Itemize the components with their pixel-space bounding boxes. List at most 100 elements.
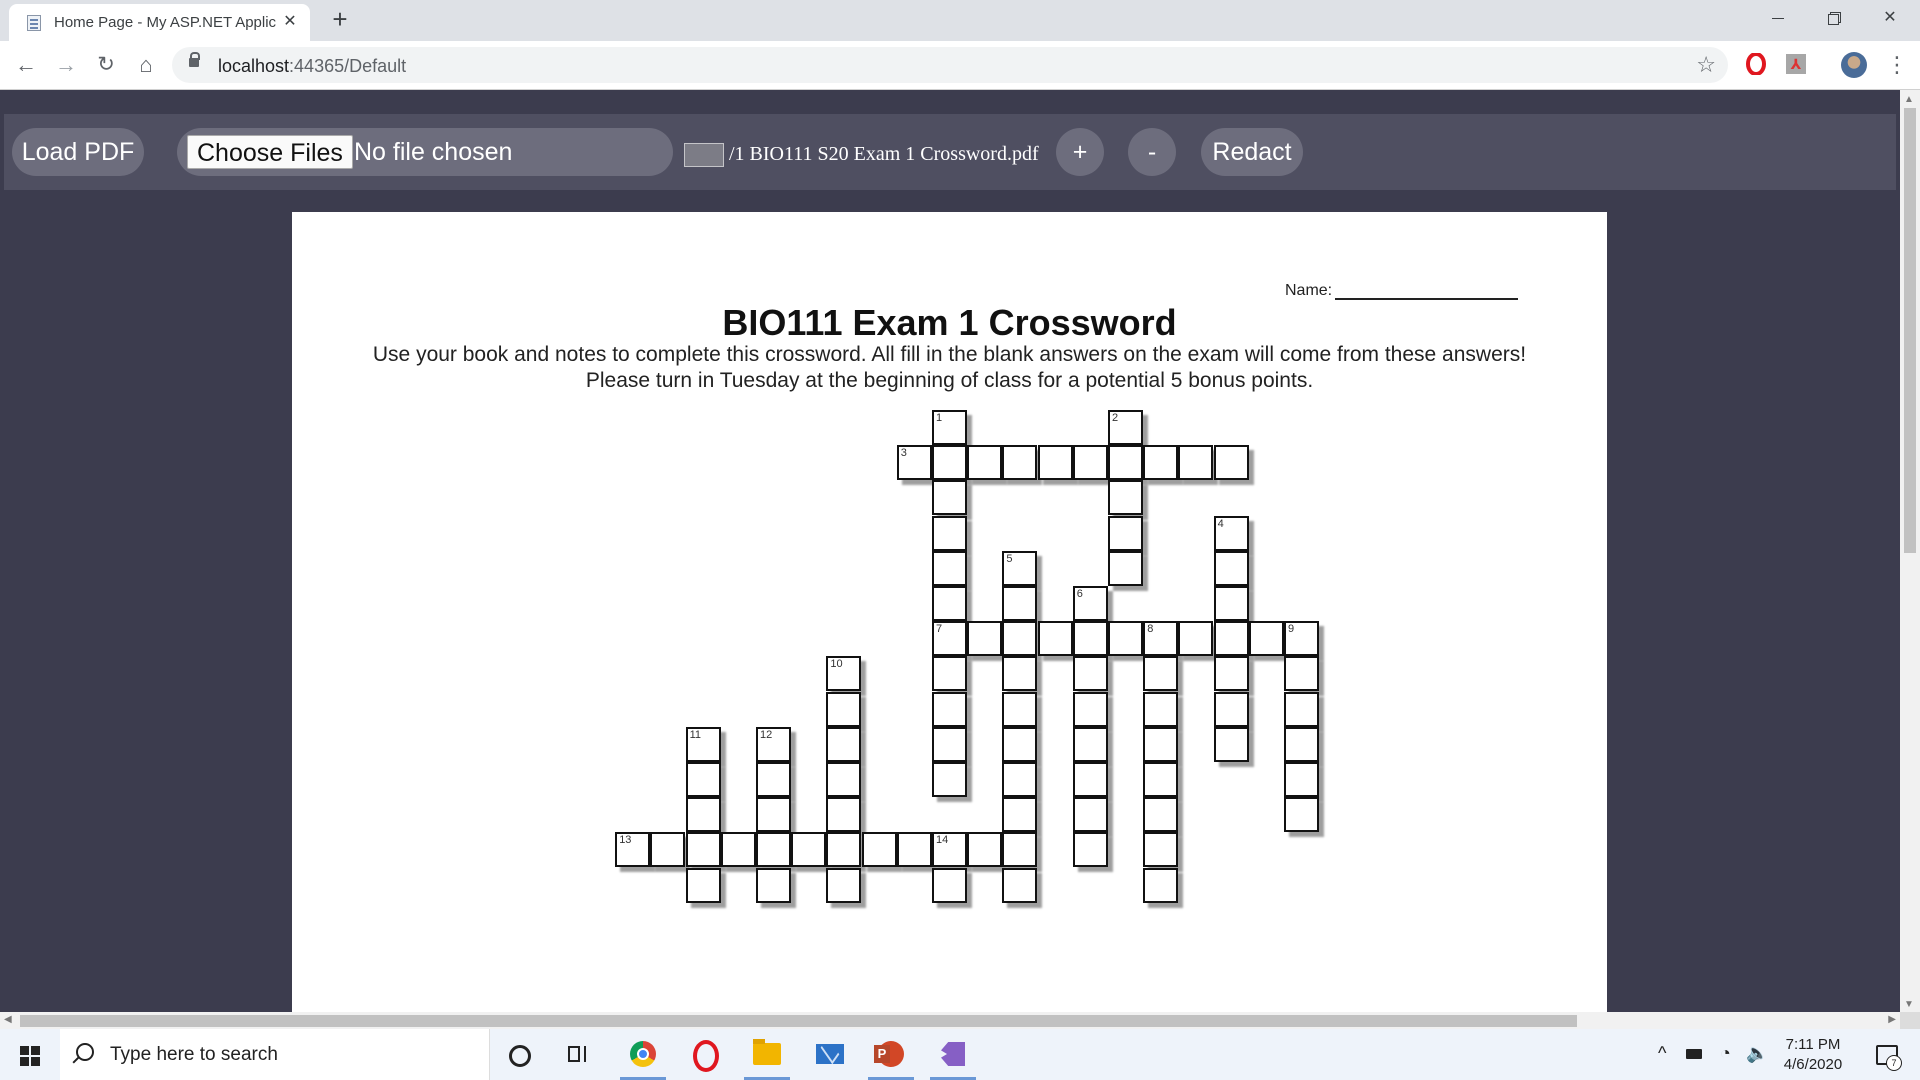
crossword-cell xyxy=(756,867,791,903)
clock-date: 4/6/2020 xyxy=(1783,1056,1843,1073)
crossword-cell xyxy=(932,762,967,797)
crossword-cell xyxy=(932,515,967,551)
page-number-input[interactable] xyxy=(684,143,724,167)
opera-icon[interactable] xyxy=(676,1029,734,1080)
crossword-cell xyxy=(1108,621,1143,657)
redact-button[interactable]: Redact xyxy=(1201,128,1303,176)
powerpoint-icon[interactable] xyxy=(862,1029,920,1080)
bookmark-star-icon[interactable]: ☆ xyxy=(1696,52,1716,78)
volume-icon[interactable]: 🔈 xyxy=(1746,1043,1768,1064)
url-text[interactable]: localhost:44365/Default xyxy=(218,56,406,77)
crossword-cell xyxy=(1072,762,1108,797)
pdf-page[interactable]: Name: BIO111 Exam 1 Crossword Use your b… xyxy=(292,212,1607,1012)
scroll-left-arrow-icon[interactable]: ◀ xyxy=(4,1014,12,1025)
visual-studio-icon[interactable] xyxy=(924,1029,982,1080)
mail-icon[interactable] xyxy=(800,1029,858,1080)
clue-number: 14 xyxy=(936,834,949,847)
crossword-cell: 1 xyxy=(932,410,967,445)
vertical-scroll-thumb[interactable] xyxy=(1904,108,1916,553)
cortana-icon[interactable] xyxy=(490,1029,548,1080)
file-status-text: No file chosen xyxy=(354,138,513,166)
window-restore-button[interactable] xyxy=(1806,0,1862,36)
clue-number: 12 xyxy=(760,728,773,741)
task-view-icon[interactable] xyxy=(550,1029,608,1080)
crossword-cell xyxy=(685,762,721,797)
start-button[interactable] xyxy=(0,1029,58,1080)
crossword-cell xyxy=(791,832,827,868)
crossword-cell xyxy=(1072,445,1108,481)
crossword-cell xyxy=(1143,867,1179,903)
crossword-cell xyxy=(1072,726,1108,762)
crossword-cell xyxy=(932,586,967,621)
crossword-cell xyxy=(1143,797,1179,833)
crossword-cell xyxy=(720,832,756,868)
home-button[interactable]: ⌂ xyxy=(130,49,162,81)
choose-files-button[interactable]: Choose Files xyxy=(187,135,353,169)
file-input[interactable]: Choose Files No file chosen xyxy=(177,128,673,176)
crossword-cell xyxy=(1002,445,1038,481)
new-tab-button[interactable]: + xyxy=(326,6,354,34)
crossword-cell xyxy=(967,621,1003,657)
profile-avatar[interactable] xyxy=(1841,52,1867,78)
chrome-icon[interactable] xyxy=(614,1029,672,1080)
clue-number: 9 xyxy=(1288,623,1295,636)
pdf-extension-icon[interactable]: ⅄ xyxy=(1786,54,1806,74)
tab-close-icon[interactable]: ✕ xyxy=(280,12,300,32)
document-instructions: Use your book and notes to complete this… xyxy=(372,343,1527,392)
horizontal-scroll-thumb[interactable] xyxy=(20,1015,1577,1027)
scroll-down-arrow-icon[interactable]: ▼ xyxy=(1904,999,1914,1010)
clock[interactable]: 7:11 PM 4/6/2020 xyxy=(1776,1035,1850,1075)
scroll-right-arrow-icon[interactable]: ▶ xyxy=(1888,1014,1896,1025)
zoom-in-button[interactable]: + xyxy=(1056,128,1104,176)
crossword-cell: 5 xyxy=(1002,550,1038,586)
menu-dots-icon[interactable]: ⋮ xyxy=(1886,50,1908,80)
crossword-cell xyxy=(1037,445,1073,481)
scrollbar-corner xyxy=(1900,1012,1920,1029)
page-viewport: Load PDF Choose Files No file chosen /1 … xyxy=(0,90,1900,1012)
clue-number: 8 xyxy=(1147,623,1154,636)
file-explorer-icon[interactable] xyxy=(738,1029,796,1080)
clue-number: 5 xyxy=(1006,552,1013,565)
taskbar-search-box[interactable]: Type here to search xyxy=(60,1029,490,1080)
wifi-icon[interactable]: ◔ xyxy=(1720,1043,1731,1064)
reload-button[interactable]: ↻ xyxy=(90,49,122,81)
horizontal-scrollbar[interactable]: ◀ ▶ xyxy=(0,1012,1900,1029)
vertical-scrollbar[interactable]: ▲ ▼ xyxy=(1900,90,1920,1012)
crossword-cell xyxy=(1213,656,1249,692)
clue-number: 7 xyxy=(936,623,943,636)
crossword-cell: 9 xyxy=(1284,621,1319,657)
clue-number: 4 xyxy=(1217,517,1224,530)
load-pdf-button[interactable]: Load PDF xyxy=(12,128,144,176)
opera-extension-icon[interactable] xyxy=(1745,53,1767,75)
zoom-out-button[interactable]: - xyxy=(1128,128,1176,176)
back-button[interactable]: ← xyxy=(10,49,42,81)
crossword-cell xyxy=(756,832,791,868)
crossword-cell xyxy=(1108,550,1143,586)
address-bar[interactable]: localhost:44365/Default ☆ xyxy=(172,47,1728,83)
crossword-cell xyxy=(932,480,967,516)
crossword-cell: 6 xyxy=(1072,586,1108,621)
crossword-cell xyxy=(932,726,967,762)
crossword-cell xyxy=(756,797,791,833)
crossword-cell xyxy=(826,797,862,833)
name-label: Name: xyxy=(1285,282,1333,299)
window-minimize-button[interactable] xyxy=(1750,0,1806,36)
browser-tab[interactable]: Home Page - My ASP.NET Applic ✕ xyxy=(9,4,310,41)
crossword-cell xyxy=(1213,726,1249,762)
crossword-cell xyxy=(1002,867,1038,903)
crossword-cell: 11 xyxy=(685,726,721,762)
lock-icon[interactable] xyxy=(189,52,200,67)
crossword-cell xyxy=(1284,762,1319,797)
crossword-cell xyxy=(896,832,932,868)
battery-icon[interactable] xyxy=(1686,1049,1702,1059)
crossword-cell xyxy=(1002,726,1038,762)
clue-number: 13 xyxy=(619,834,632,847)
crossword-cell xyxy=(861,832,897,868)
scroll-up-arrow-icon[interactable]: ▲ xyxy=(1904,94,1914,105)
window-close-button[interactable]: ✕ xyxy=(1862,0,1918,36)
name-line xyxy=(1335,298,1518,300)
show-hidden-icons-icon[interactable]: ^ xyxy=(1658,1043,1666,1064)
forward-button[interactable]: → xyxy=(50,49,82,81)
crossword-cell xyxy=(1213,445,1249,481)
crossword-cell xyxy=(1143,726,1179,762)
